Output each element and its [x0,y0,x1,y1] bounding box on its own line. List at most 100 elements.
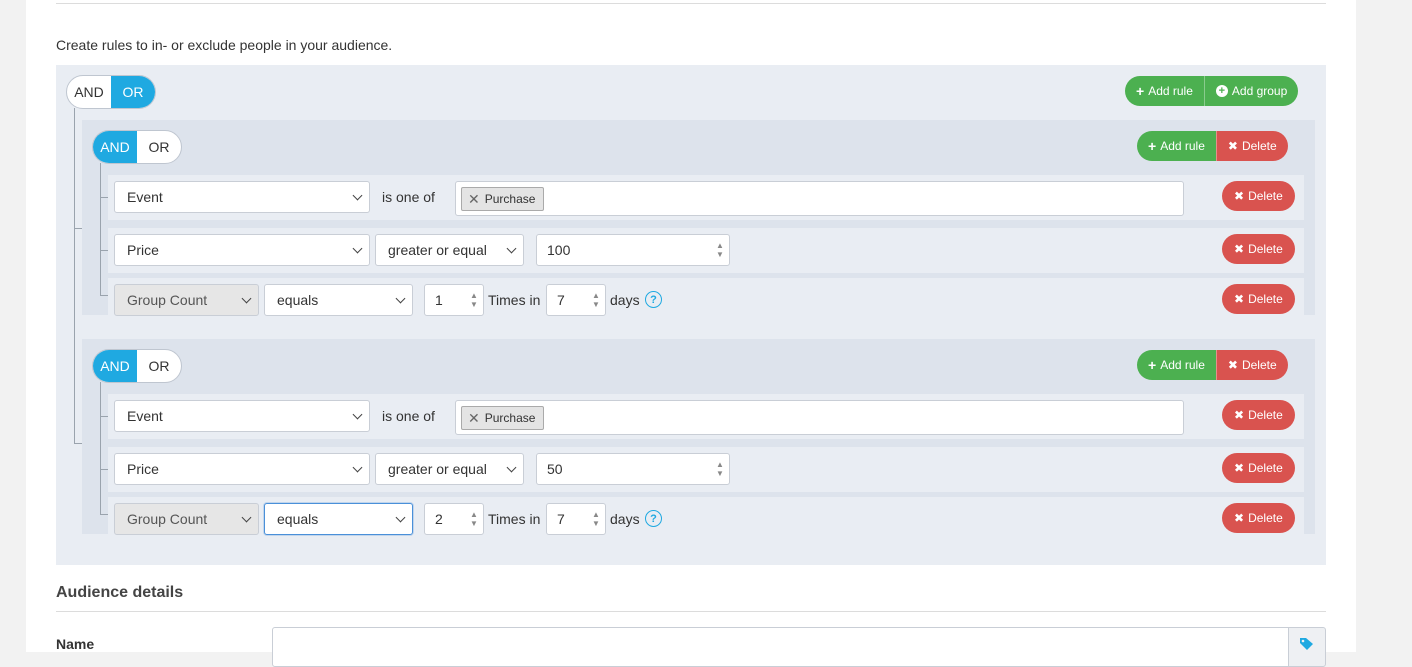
name-label: Name [56,636,95,652]
times-in-label: Times in [488,511,541,527]
times-in-label: Times in [488,292,541,308]
close-icon[interactable]: ✕ [468,411,480,425]
rule-value-input[interactable]: 50 ▲ ▼ [536,453,730,485]
tags-icon[interactable] [1288,627,1326,667]
root-add-rule-button[interactable]: + Add rule [1125,76,1204,106]
group-1-rule-event: Event is one of ✕ Purchase ✖ Delete [108,175,1304,220]
question-circle-icon[interactable]: ? [645,291,662,308]
chevron-down-icon [506,243,517,254]
group-1-delete-label: Delete [1241,139,1277,153]
spinner-icon[interactable]: ▲ ▼ [591,291,601,309]
rule-field-select[interactable]: Price [114,453,370,485]
spinner-icon[interactable]: ▲ ▼ [469,291,479,309]
group-2-or-button[interactable]: OR [137,350,181,382]
group-1-rule-group-count: Group Count equals 1 ▲ ▼ Times in 7 ▲ ▼ da… [108,278,1304,323]
group-1-rule-price: Price greater or equal 100 ▲ ▼ ✖ Delete [108,228,1304,273]
group-1-connector-r1 [100,197,108,198]
audience-panel: Create rules to in- or exclude people in… [26,0,1356,667]
times-icon: ✖ [1234,189,1245,203]
rule-delete-button[interactable]: ✖ Delete [1222,284,1295,314]
spinner-icon[interactable]: ▲ ▼ [469,510,479,528]
group-2-condition-toggle: AND OR [92,349,182,383]
chevron-down-icon [352,190,363,201]
tag-chip: ✕ Purchase [461,187,545,211]
rule-days-input[interactable]: 7 ▲ ▼ [546,503,606,535]
times-icon: ✖ [1234,408,1245,422]
rule-delete-button[interactable]: ✖ Delete [1222,400,1295,430]
chevron-down-icon [506,462,517,473]
times-icon: ✖ [1234,242,1245,256]
times-icon: ✖ [1234,511,1245,525]
group-2-add-rule-label: Add rule [1160,358,1205,372]
root-add-rule-label: Add rule [1148,84,1193,98]
root-and-button[interactable]: AND [67,76,111,108]
rule-delete-button[interactable]: ✖ Delete [1222,453,1295,483]
group-1-delete-button[interactable]: ✖ Delete [1215,131,1288,161]
rule-operator-label: is one of [382,189,435,205]
rule-operator-select[interactable]: greater or equal [375,453,524,485]
group-2-connector-r2 [100,469,108,470]
group-2-add-rule-button[interactable]: + Add rule [1137,350,1216,380]
tag-chip: ✕ Purchase [461,406,545,430]
section-divider [56,611,1326,612]
top-divider [56,3,1326,4]
days-label: days [610,292,640,308]
rule-group-2: AND OR + Add rule ✖ Delete Event is one … [82,339,1315,542]
rule-operator-select[interactable]: equals [264,284,413,316]
rule-value-input[interactable]: 100 ▲ ▼ [536,234,730,266]
times-icon: ✖ [1234,292,1245,306]
group-2-rule-event: Event is one of ✕ Purchase ✖ Delete [108,394,1304,439]
rule-delete-button[interactable]: ✖ Delete [1222,181,1295,211]
group-2-and-button[interactable]: AND [93,350,137,382]
group-1-and-button[interactable]: AND [93,131,137,163]
chevron-down-icon [352,243,363,254]
name-input[interactable] [272,627,1289,667]
rule-delete-button[interactable]: ✖ Delete [1222,234,1295,264]
rule-field-select[interactable]: Price [114,234,370,266]
times-icon: ✖ [1227,139,1238,153]
question-circle-icon[interactable]: ? [645,510,662,527]
root-add-group-button[interactable]: + Add group [1203,76,1299,106]
rule-field-select: Group Count [114,503,259,535]
chevron-down-icon [352,409,363,420]
rule-delete-button[interactable]: ✖ Delete [1222,503,1295,533]
query-builder-root: AND OR + Add rule + Add group AND OR + A… [56,65,1326,565]
spinner-icon[interactable]: ▲ ▼ [715,241,725,259]
group-1-or-button[interactable]: OR [137,131,181,163]
rule-operator-label: is one of [382,408,435,424]
chevron-down-icon [241,293,252,304]
chevron-down-icon [395,293,406,304]
group-2-delete-button[interactable]: ✖ Delete [1215,350,1288,380]
group-2-delete-label: Delete [1241,358,1277,372]
chevron-down-icon [395,512,406,523]
group-2-rule-group-count: Group Count equals 2 ▲ ▼ Times in 7 ▲ ▼ da… [108,497,1304,542]
audience-details-title: Audience details [56,584,184,601]
rule-tag-input[interactable]: ✕ Purchase [455,181,1184,216]
rule-group-1: AND OR + Add rule ✖ Delete Event is one … [82,120,1315,323]
tags-icon-svg [1300,638,1313,650]
root-add-group-label: Add group [1231,84,1288,98]
spinner-icon[interactable]: ▲ ▼ [715,460,725,478]
root-connector-g1 [74,228,82,229]
group-1-connector-r2 [100,250,108,251]
rule-count-input[interactable]: 1 ▲ ▼ [424,284,484,316]
group-1-connector-r3 [100,295,108,296]
times-icon: ✖ [1227,358,1238,372]
rule-field-select[interactable]: Event [114,400,370,432]
group-2-actions: + Add rule ✖ Delete [1137,350,1288,380]
rule-operator-select[interactable]: equals [264,503,413,535]
root-or-button[interactable]: OR [111,76,155,108]
rule-field-select[interactable]: Event [114,181,370,213]
group-1-add-rule-label: Add rule [1160,139,1205,153]
close-icon[interactable]: ✕ [468,192,480,206]
intro-text: Create rules to in- or exclude people in… [56,37,393,53]
rule-days-input[interactable]: 7 ▲ ▼ [546,284,606,316]
group-1-add-rule-button[interactable]: + Add rule [1137,131,1216,161]
rule-operator-select[interactable]: greater or equal [375,234,524,266]
group-2-connector-r1 [100,416,108,417]
spinner-icon[interactable]: ▲ ▼ [591,510,601,528]
rule-tag-input[interactable]: ✕ Purchase [455,400,1184,435]
root-actions: + Add rule + Add group [1125,76,1299,106]
group-2-connector [100,382,101,514]
rule-count-input[interactable]: 2 ▲ ▼ [424,503,484,535]
